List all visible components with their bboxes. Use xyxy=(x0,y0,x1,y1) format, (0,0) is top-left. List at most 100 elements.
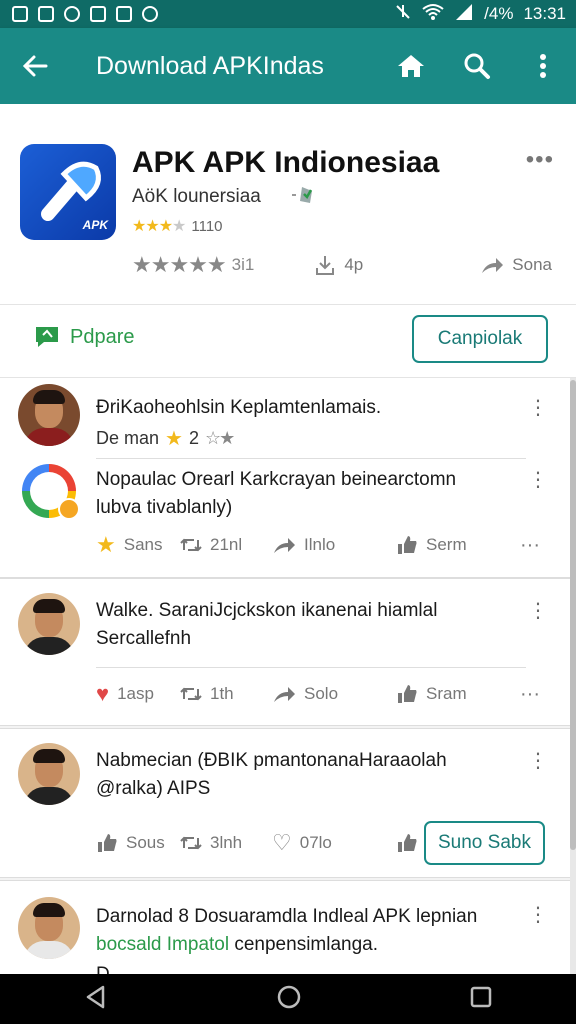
download-icon xyxy=(316,256,335,275)
clock: 13:31 xyxy=(523,4,566,23)
thumb-up-icon xyxy=(398,536,417,554)
system-status: /4% 13:31 xyxy=(394,3,566,26)
avatar[interactable] xyxy=(18,743,80,805)
home-button[interactable] xyxy=(378,28,444,104)
prepare-label: Pdpare xyxy=(70,325,135,348)
review-card: Darnolad 8 Dosuaramdla Indleal APK lepni… xyxy=(0,880,570,974)
like-action[interactable]: Sram xyxy=(396,683,520,705)
overflow-menu-button[interactable] xyxy=(510,28,576,104)
nav-home-button[interactable] xyxy=(276,984,302,1015)
more-horiz-icon[interactable]: ··· xyxy=(520,534,540,557)
nav-recents-icon xyxy=(470,986,491,1007)
highlighted-text[interactable]: bocsald Impatol xyxy=(96,934,229,955)
nav-recents-button[interactable] xyxy=(469,985,493,1014)
home-icon xyxy=(398,55,424,77)
avatar[interactable] xyxy=(18,593,80,655)
app-stats: ★★★★★ 3i1 4p Sona xyxy=(132,250,552,280)
nav-back-button[interactable] xyxy=(83,984,109,1015)
heart-action[interactable]: ♥ 1asp xyxy=(96,681,180,707)
share-action[interactable]: Solo xyxy=(272,684,396,704)
share-count: Ilnlo xyxy=(304,535,336,554)
more-vert-icon[interactable]: ⋮ xyxy=(528,470,548,490)
retweet-action[interactable]: 21nl xyxy=(180,535,272,555)
review-title-cont: @ralka) AIPS xyxy=(96,778,211,799)
more-vert-icon[interactable]: ⋮ xyxy=(528,398,548,418)
avatar[interactable] xyxy=(18,897,80,959)
notification-icons xyxy=(12,6,158,22)
review-author: De man xyxy=(96,428,160,448)
back-arrow-icon xyxy=(22,55,48,77)
star-action-label: Sans xyxy=(123,535,163,554)
review-body-text: cenpensimlanga. xyxy=(229,934,379,955)
notification-icon xyxy=(64,6,80,22)
primary-action-button[interactable]: Canpiolak xyxy=(412,315,548,363)
star-action[interactable]: ★ Sans xyxy=(96,532,180,558)
review-title-cont: D... xyxy=(96,961,126,974)
downloads-value: 4p xyxy=(344,255,364,274)
prepare-link[interactable]: Pdpare xyxy=(34,325,135,349)
retweet-action[interactable]: 1th xyxy=(180,684,272,704)
review-meta: De man ★ 2 ☆★ xyxy=(96,426,235,451)
share-action[interactable]: Ilnlo xyxy=(272,535,396,555)
like-action[interactable]: Serm xyxy=(396,534,520,556)
app-logo-label: APK xyxy=(82,218,108,232)
more-horiz-icon[interactable]: ··· xyxy=(520,683,540,706)
status-bar: /4% 13:31 xyxy=(0,0,576,28)
thumb-up-icon xyxy=(98,834,117,852)
system-nav-bar xyxy=(0,974,576,1024)
notification-icon xyxy=(38,6,54,22)
like-label: Serm xyxy=(426,535,467,554)
thumb-up-icon xyxy=(398,834,417,852)
signal-icon xyxy=(454,3,474,26)
star-icon: ★ xyxy=(96,532,116,557)
rating-value: 3i1 xyxy=(231,255,255,274)
mute-icon xyxy=(394,3,412,26)
developer-name[interactable]: AöK lounersiaa xyxy=(132,186,261,208)
like-count: Sous xyxy=(126,833,165,852)
divider xyxy=(96,667,526,668)
more-vert-icon[interactable]: ⋮ xyxy=(528,601,548,621)
retweet-icon xyxy=(180,836,202,850)
notification-icon xyxy=(142,6,158,22)
review-title: ÐriKaoheohlsin Keplamtenlamais. xyxy=(96,397,382,418)
share-label: Sona xyxy=(512,255,552,274)
share-count: Solo xyxy=(304,684,339,703)
toolbar: Download APKIndas xyxy=(0,28,576,104)
action-row: ♥ 1asp 1th Solo Sram ··· xyxy=(96,679,556,709)
rating-stat: ★★★★★ 3i1 xyxy=(132,252,254,278)
share-icon xyxy=(274,687,295,702)
review-card: Nabmecian (ÐBIK pmantonanaHaraaolah @ral… xyxy=(0,728,570,878)
back-button[interactable] xyxy=(0,28,70,104)
review-title-cont: bocsald Impatol cenpensimlanga. xyxy=(96,931,378,959)
chat-flag-icon xyxy=(36,327,58,347)
share-icon xyxy=(274,538,295,553)
search-button[interactable] xyxy=(444,28,510,104)
nav-back-icon xyxy=(87,985,105,1008)
retweet-action[interactable]: 3lnh xyxy=(180,833,272,853)
app-logo: APK xyxy=(20,144,116,240)
notification-icon xyxy=(12,6,28,22)
like-label: Sram xyxy=(426,684,467,703)
review-rating: 2 xyxy=(188,428,199,448)
more-vert-icon[interactable]: ⋮ xyxy=(528,905,548,925)
heart-action[interactable]: ♡ 07lo xyxy=(272,830,396,856)
review-title: Nabmecian (ÐBIK pmantonanaHaraaolah xyxy=(96,750,447,771)
notification-icon xyxy=(90,6,106,22)
heart-count: 1asp xyxy=(117,684,154,703)
divider xyxy=(96,458,526,459)
review-title: Darnolad 8 Dosuaramdla Indleal APK lepni… xyxy=(96,906,478,927)
downloads-stat: 4p xyxy=(314,254,363,276)
wifi-icon xyxy=(422,3,444,26)
avatar[interactable] xyxy=(18,384,80,446)
google-avatar[interactable] xyxy=(22,464,80,520)
action-row: Sous 3lnh ♡ 07lo Suno Sabk xyxy=(96,821,556,865)
share-stat[interactable]: Sona xyxy=(480,255,552,275)
more-vert-icon[interactable]: ⋮ xyxy=(528,751,548,771)
scrollbar-thumb[interactable] xyxy=(570,380,576,850)
review-title: Walke. SaraniJcjckskon ikanenai hiamlal xyxy=(96,600,438,621)
battery-level: /4% xyxy=(484,4,514,23)
header-more-icon[interactable]: ••• xyxy=(526,146,554,174)
heart-count: 07lo xyxy=(299,833,332,852)
card-action-button[interactable]: Suno Sabk xyxy=(424,821,545,865)
like-action[interactable]: Sous xyxy=(96,832,180,854)
